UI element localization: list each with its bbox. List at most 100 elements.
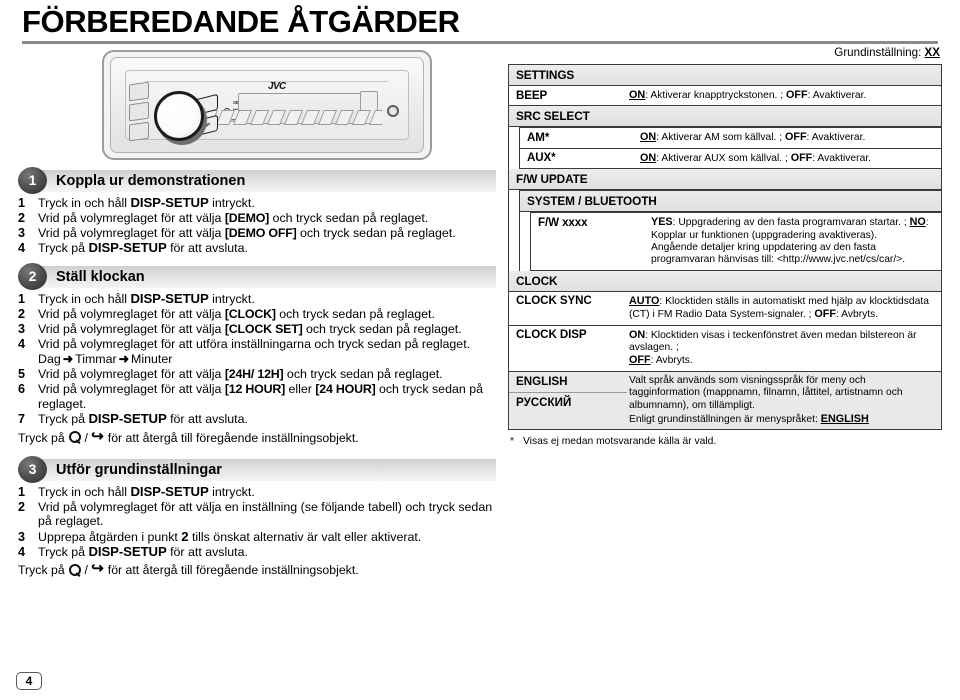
note-pre: Tryck på: [18, 430, 69, 445]
table-row-fw-version: F/W xxxx YES: Uppgradering av den fasta …: [531, 213, 941, 271]
step-text-pre: Vrid på volymreglaget för att välja: [38, 211, 225, 226]
page-title: FÖRBEREDANDE ÅTGÄRDER: [22, 4, 460, 39]
row-description: AUTO: Klocktiden ställs in automatiskt m…: [627, 292, 941, 325]
step-item: 1 Tryck in och håll DISP-SETUP intryckt.: [18, 195, 496, 211]
system-bluetooth-children: F/W xxxx YES: Uppgradering av den fasta …: [530, 212, 941, 271]
arrow-icon: ➜: [62, 352, 74, 367]
row-label-english: ENGLISH: [509, 372, 627, 393]
sequence-hours: Timmar: [75, 352, 117, 367]
row-description: ON: Aktiverar knapptryckstonen. ; OFF: A…: [627, 86, 941, 105]
eject-button-icon: [387, 105, 399, 117]
row-label: CLOCK DISP: [516, 328, 587, 342]
step-number: 3: [18, 226, 26, 241]
step-text-pre: Tryck in och håll: [38, 196, 131, 210]
language-labels: ENGLISH РУССКИЙ: [509, 372, 627, 429]
sequence-day: Dag: [38, 352, 61, 367]
section-header-1: 1 Koppla ur demonstrationen: [18, 167, 496, 194]
value-no: NO: [909, 216, 926, 229]
step-keyword: DISP-SETUP: [88, 543, 167, 559]
step-text-pre: Vrid på volymreglaget för att välja: [38, 322, 225, 337]
step-text-pre: Vrid på volymreglaget för att välja en i…: [38, 499, 493, 529]
back-arrow-icon: [91, 563, 104, 576]
title-divider: [22, 41, 938, 44]
section-badge-3: 3: [18, 455, 47, 483]
step-text-post: för att avsluta.: [166, 412, 248, 427]
table-row-beep: BEEP ON: Aktiverar knapptryckstonen. ; O…: [509, 86, 941, 107]
note-pre: Tryck på: [18, 563, 69, 578]
step-text-post: intryckt.: [208, 291, 255, 306]
step-number: 4: [18, 544, 26, 559]
value-on: ON: [629, 328, 646, 341]
group-label: SRC SELECT: [516, 109, 590, 124]
table-row-aux: AUX* ON: Aktiverar AUX som källval. ; OF…: [520, 149, 941, 170]
step-text-post: och tryck sedan på reglaget.: [296, 226, 456, 241]
step-number: 1: [18, 196, 26, 210]
group-label: SYSTEM / BLUETOOTH: [527, 194, 657, 209]
row-label: BEEP: [516, 88, 548, 102]
document-page: FÖRBEREDANDE ÅTGÄRDER DISP SELE: [0, 0, 960, 700]
step-text-pre: Tryck på: [38, 412, 89, 427]
step-text-post: intryckt.: [208, 484, 255, 499]
stereo-top-ridge: [146, 81, 388, 86]
step-number: 6: [18, 382, 26, 397]
step-item: 4 Tryck på DISP-SETUP för att avsluta.: [18, 543, 496, 560]
value-on: ON: [640, 131, 657, 144]
desc-text: : Aktiverar knapptryckstonen. ;: [645, 90, 786, 101]
step-text-pre: Upprepa åtgärden i punkt: [38, 529, 182, 544]
step-item: 2 Vrid på volymreglaget för att välja en …: [18, 500, 496, 529]
desc-text: : Avaktiverar.: [807, 90, 867, 101]
step-text-pre: Vrid på volymreglaget för att välja: [38, 382, 225, 397]
step-text-post: intryckt.: [208, 196, 255, 210]
note-post: för att återgå till föregående inställni…: [104, 563, 359, 578]
step-text-pre: Vrid på volymreglaget för att välja: [38, 367, 225, 382]
desc-text: : Avbryts.: [835, 309, 879, 321]
car-stereo-illustration: DISP SELECT ••• SETUP JVC: [102, 50, 432, 160]
back-arrow-icon: [91, 431, 104, 444]
step-text-post: för att avsluta.: [166, 544, 248, 559]
value-off: OFF: [786, 89, 808, 101]
language-description: Valt språk används som visningsspråk för…: [627, 372, 941, 429]
row-label-russian: РУССКИЙ: [516, 395, 572, 409]
desc-text: : Avaktiverar.: [806, 132, 866, 144]
step-text-pre: Tryck in och håll: [38, 291, 131, 306]
table-group-system-bluetooth: SYSTEM / BLUETOOTH: [520, 191, 941, 213]
step-number: 3: [18, 529, 26, 544]
step-text-pre: Vrid på volymreglaget för att utföra ins…: [38, 337, 471, 352]
step-text-post: för att avsluta.: [166, 241, 248, 256]
group-label: CLOCK: [516, 273, 558, 288]
step-item: 1 Tryck in och håll DISP-SETUP intryckt.: [18, 484, 496, 500]
group-label: F/W UPDATE: [516, 172, 588, 187]
section-title-2: Ställ klockan: [56, 268, 145, 285]
step-number: 2: [18, 306, 26, 321]
language-desc-line1: Valt språk används som visningsspråk för…: [629, 374, 903, 412]
row-label: CLOCK SYNC: [516, 294, 592, 308]
step-keyword: DISP-SETUP: [88, 240, 167, 256]
step-item: 4 Vrid på volymreglaget för att utföra in…: [18, 337, 496, 352]
desc-text: : Aktiverar AUX som källval. ;: [656, 152, 791, 164]
step-keyword-2: [24 HOUR]: [315, 382, 376, 397]
row-label: F/W xxxx: [538, 215, 588, 229]
step-number: 2: [18, 499, 26, 514]
value-off: OFF: [784, 131, 807, 144]
default-setting-label: Grundinställning:: [834, 46, 925, 59]
step-keyword: DISP-SETUP: [130, 290, 209, 306]
footnote-text: Visas ej medan motsvarande källa är vald…: [523, 436, 717, 448]
step-item: 3 Vrid på volymreglaget för att välja [CL…: [18, 322, 496, 337]
step-text-post: och tryck sedan på reglaget.: [302, 322, 462, 337]
note-separator: /: [81, 430, 92, 445]
language-default-value: ENGLISH: [820, 412, 869, 425]
step-item: 3 Upprepa åtgärden i punkt 2 tills önskat…: [18, 529, 496, 545]
step-number: 1: [18, 484, 26, 499]
step-keyword: [DEMO]: [224, 211, 270, 226]
step-text-pre: Vrid på volymreglaget för att välja: [38, 226, 225, 241]
step-keyword: [CLOCK SET]: [224, 322, 303, 337]
step-text-pre: Tryck på: [38, 544, 89, 559]
step-keyword: [12 HOUR]: [224, 382, 286, 397]
step-item: 5 Vrid på volymreglaget för att välja [24…: [18, 367, 496, 382]
step-number: 4: [18, 241, 26, 256]
value-off: OFF: [814, 308, 836, 321]
settings-table: SETTINGS BEEP ON: Aktiverar knapptryckst…: [508, 64, 942, 431]
jvc-logo: JVC: [268, 81, 286, 92]
steps-list-3: 1 Tryck in och håll DISP-SETUP intryckt. …: [18, 484, 496, 560]
table-row-language: ENGLISH РУССКИЙ Valt språk används som v…: [509, 371, 941, 431]
